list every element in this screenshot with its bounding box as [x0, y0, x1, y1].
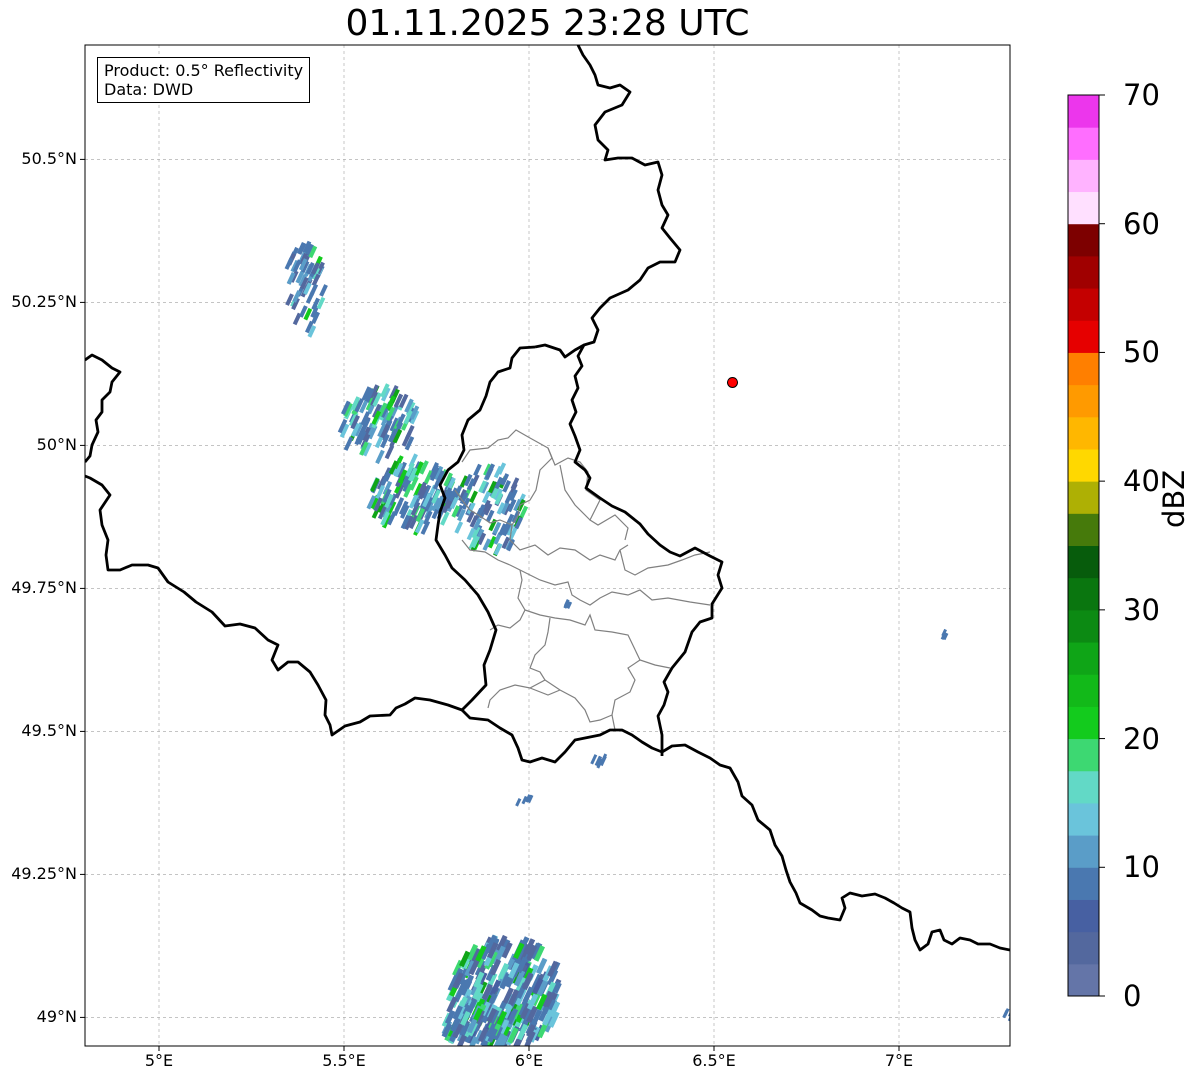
- radar-site-marker: [727, 376, 738, 388]
- colorbar-segment: [1068, 384, 1099, 418]
- colorbar-segment: [1068, 899, 1099, 933]
- colorbar-tick-label: 70: [1123, 78, 1160, 112]
- colorbar-segment: [1068, 481, 1099, 514]
- colorbar-tick-label: 0: [1123, 979, 1142, 1013]
- colorbar-segment: [1068, 416, 1099, 450]
- lon-tick-label: 7°E: [884, 1051, 914, 1070]
- colorbar: [1067, 94, 1105, 997]
- colorbar-label: dBZ: [1157, 469, 1191, 528]
- colorbar-segment: [1068, 867, 1099, 900]
- colorbar-segment: [1068, 320, 1099, 353]
- colorbar-segment: [1068, 352, 1099, 386]
- lat-tick-label: 49.5°N: [21, 721, 77, 741]
- colorbar-segment: [1068, 159, 1099, 193]
- colorbar-segment: [1068, 674, 1099, 707]
- colorbar-segment: [1068, 738, 1099, 772]
- colorbar-segment: [1068, 577, 1099, 611]
- colorbar-segment: [1068, 513, 1099, 546]
- colorbar-segment: [1068, 642, 1099, 675]
- radar-map: [80, 44, 1105, 1051]
- colorbar-segment: [1068, 835, 1099, 868]
- colorbar-segment: [1068, 223, 1099, 257]
- colorbar-segment: [1068, 770, 1099, 804]
- lat-tick-label: 49.75°N: [11, 578, 77, 598]
- colorbar-segment: [1068, 95, 1099, 128]
- product-label: Product: 0.5° Reflectivity: [104, 61, 304, 80]
- colorbar-segment: [1068, 931, 1099, 965]
- colorbar-segment: [1068, 255, 1099, 289]
- colorbar-tick-label: 20: [1123, 721, 1160, 756]
- lat-tick-label: 49°N: [36, 1007, 77, 1027]
- colorbar-segment: [1068, 706, 1099, 740]
- colorbar-segment: [1068, 127, 1099, 160]
- lon-tick-label: 6.5°E: [692, 1051, 736, 1070]
- data-source-label: Data: DWD: [104, 80, 194, 99]
- colorbar-tick-label: 50: [1123, 335, 1160, 370]
- lon-tick-label: 6°E: [514, 1051, 544, 1070]
- colorbar-segment: [1068, 545, 1099, 579]
- colorbar-tick-label: 40: [1123, 464, 1160, 499]
- lat-tick-label: 50.5°N: [21, 149, 77, 169]
- colorbar-segment: [1068, 191, 1099, 225]
- lon-tick-label: 5°E: [144, 1051, 174, 1070]
- lon-tick-label: 5.5°E: [322, 1051, 366, 1070]
- info-box: Product: 0.5° Reflectivity Data: DWD: [97, 57, 311, 103]
- colorbar-segment: [1068, 288, 1099, 321]
- colorbar-tick-label: 30: [1123, 592, 1160, 627]
- colorbar-segment: [1068, 802, 1099, 836]
- lat-tick-label: 50°N: [36, 435, 77, 455]
- colorbar-segment: [1068, 448, 1099, 482]
- colorbar-tick-label: 60: [1123, 206, 1160, 241]
- lat-tick-label: 50.25°N: [11, 292, 77, 312]
- colorbar-segment: [1068, 609, 1099, 643]
- colorbar-tick-label: 10: [1123, 850, 1160, 885]
- colorbar-segment: [1068, 963, 1099, 997]
- lat-tick-label: 49.25°N: [11, 864, 77, 884]
